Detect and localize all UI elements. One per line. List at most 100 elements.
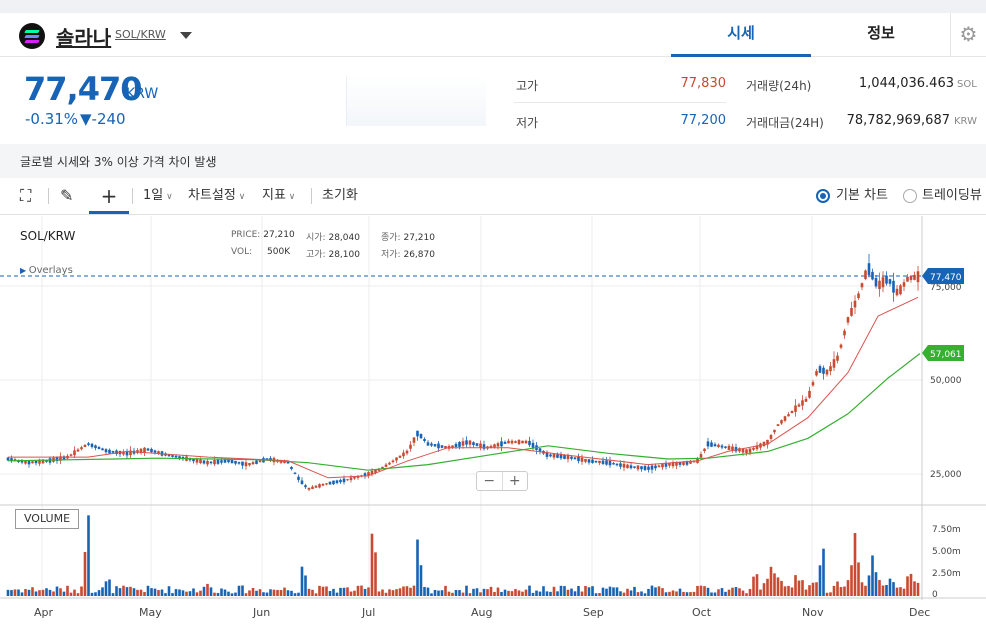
volume-bar (321, 586, 325, 596)
volume-bar (444, 585, 447, 596)
month-tick: Oct (692, 606, 712, 619)
volume-bar (251, 587, 255, 596)
tab-price[interactable]: 시세 (671, 13, 811, 57)
volume-bar (188, 591, 192, 596)
candle-body (73, 450, 76, 456)
candle-body (794, 405, 797, 412)
candle-body (395, 457, 398, 461)
candle-body (580, 457, 584, 462)
reset-button[interactable]: 초기화 (322, 178, 358, 214)
volume-bar (790, 587, 794, 596)
price-chart[interactable]: 75,000 50,000 25,000 7.50m 5.00m 2.50m 0… (0, 216, 986, 626)
volume-bar (475, 588, 479, 596)
ohlc-vol-value: 500K (267, 247, 291, 257)
candle-body (433, 444, 437, 447)
volume-bar (153, 588, 157, 596)
ohlc-close-label: 종가: (381, 233, 401, 243)
volume-bar (97, 590, 101, 596)
fullscreen-icon[interactable]: ⛶ (20, 178, 31, 214)
volume-bar (493, 591, 496, 596)
candle-body (220, 460, 223, 463)
candle-body (80, 447, 83, 450)
candle-body (913, 274, 916, 280)
volume-bar (909, 573, 913, 596)
volume-tick: 7.50m (932, 525, 961, 535)
volume-bar (136, 589, 139, 596)
volume-bar (846, 580, 850, 596)
volume-bar (780, 580, 783, 596)
interval-select[interactable]: 1일 ∨ (143, 178, 173, 214)
candle-body (720, 445, 724, 448)
coin-pair-link[interactable]: SOL/KRW (115, 28, 166, 41)
candle-body (419, 433, 423, 439)
candle-body (661, 463, 664, 468)
volume-bar (647, 588, 650, 596)
candle-body (654, 465, 657, 469)
candle-body (335, 480, 339, 484)
volume-bar (881, 585, 885, 596)
candle-body (724, 446, 727, 448)
candle-body (402, 452, 405, 457)
zoom-controls: − + (476, 471, 528, 491)
volume-bar (248, 590, 251, 596)
volume-bar (304, 575, 307, 596)
candle-body (342, 478, 346, 483)
time-axis: Apr May Jun Jul Aug Sep Oct Nov Dec (34, 606, 930, 619)
volume-bar (447, 591, 451, 596)
volume-bar (535, 590, 538, 596)
candle-body (31, 461, 34, 464)
zoom-out-button[interactable]: − (477, 472, 502, 490)
volume-bar (710, 592, 713, 596)
volume-bar (76, 593, 80, 596)
volume-bar (598, 592, 601, 596)
volume-bar (738, 588, 741, 596)
candle-body (832, 359, 836, 368)
candle-body (629, 465, 633, 469)
draw-pen-icon[interactable]: ✎ (60, 178, 73, 214)
tab-info[interactable]: 정보 (811, 13, 951, 57)
volume-bar (307, 588, 311, 596)
candle-body (234, 460, 237, 464)
volume-bar (822, 548, 825, 596)
mini-chart (346, 76, 486, 126)
candle-body (251, 462, 255, 465)
volume-bar (783, 586, 787, 596)
chart-settings-select[interactable]: 차트설정 ∨ (188, 178, 245, 214)
gear-icon[interactable]: ⚙ (950, 13, 986, 57)
candle-body (853, 300, 857, 308)
overlays-toggle[interactable]: Overlays (20, 265, 73, 276)
candle-body (24, 460, 27, 464)
volume-bar (755, 574, 759, 596)
volume-bar (871, 555, 874, 596)
volume-bar (895, 587, 899, 596)
candle-body (871, 271, 874, 280)
volume-bar (549, 591, 552, 596)
volume-bar (496, 587, 500, 596)
crosshair-icon[interactable]: + (89, 178, 129, 214)
ohlc-vol: VOL: 500K (231, 247, 290, 257)
basic-chart-radio[interactable] (816, 189, 830, 203)
candle-body (636, 465, 640, 470)
candle-body (867, 263, 871, 275)
indicators-select[interactable]: 지표 ∨ (262, 178, 295, 214)
volume-bar (290, 590, 293, 596)
candle-body (241, 461, 244, 466)
candle-body (6, 457, 10, 461)
zoom-in-button[interactable]: + (501, 472, 528, 490)
candle-body (199, 459, 202, 464)
chevron-down-icon[interactable] (180, 32, 192, 39)
candle-body (405, 450, 409, 454)
candle-body (318, 484, 321, 488)
tradingview-radio[interactable] (903, 189, 917, 203)
month-tick: Apr (34, 606, 54, 619)
solana-logo-icon (19, 23, 45, 49)
volume-bar (171, 593, 174, 596)
candle-body (601, 460, 605, 464)
volume-bar (220, 588, 223, 596)
volume-bar (570, 588, 573, 596)
volume-bar (514, 589, 517, 596)
volume-bar (878, 579, 881, 596)
volume-bar (552, 586, 556, 596)
coin-name[interactable]: 솔라나 (56, 22, 111, 51)
candle-body (783, 416, 787, 421)
